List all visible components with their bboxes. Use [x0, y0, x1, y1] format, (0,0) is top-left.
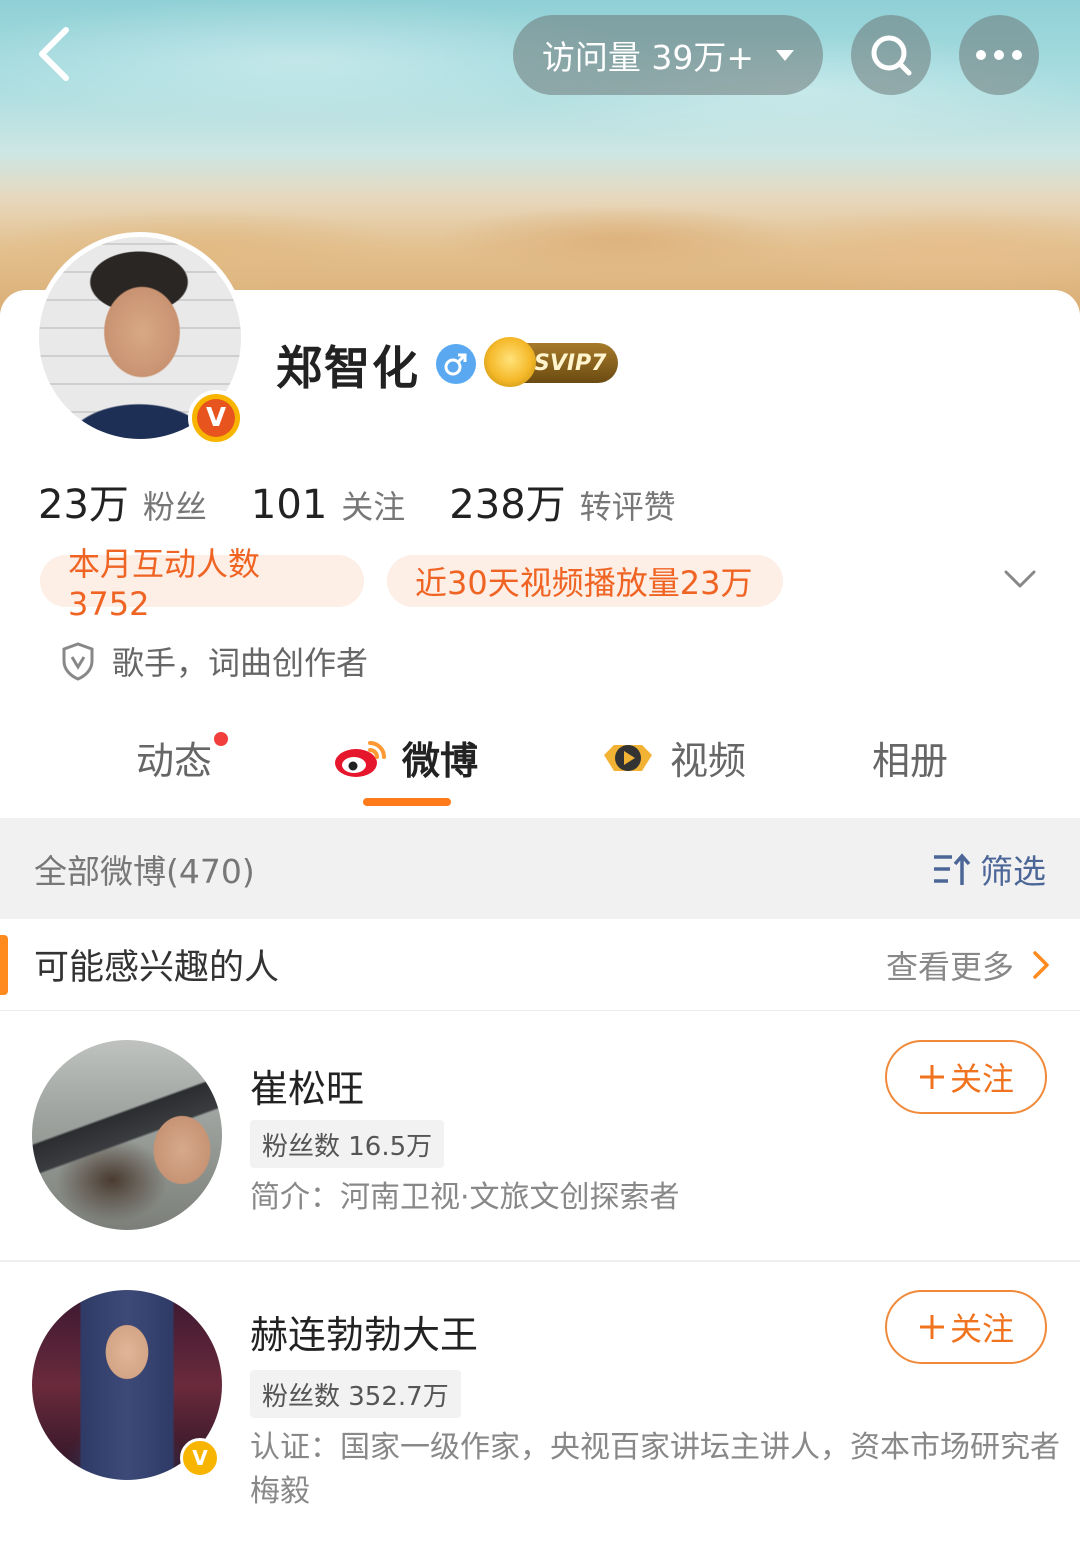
follow-label: 关注	[949, 1310, 1014, 1348]
verified-badge-icon: V	[188, 390, 244, 446]
recommend-header: 可能感兴趣的人 查看更多	[0, 919, 1080, 1011]
fans-count-badge: 粉丝数 16.5万	[250, 1120, 445, 1168]
person-name[interactable]: 赫连勃勃大王	[250, 1304, 478, 1359]
caret-down-icon	[776, 49, 795, 61]
active-tab-indicator	[363, 798, 451, 806]
tab-weibo[interactable]: 微博	[332, 730, 478, 785]
visits-dropdown[interactable]: 访问量 39万+	[513, 15, 823, 95]
tab-label: 视频	[670, 739, 747, 783]
back-button[interactable]	[28, 22, 88, 86]
plus-icon	[919, 1315, 944, 1339]
search-button[interactable]	[851, 15, 931, 95]
follow-button[interactable]: 关注	[885, 1040, 1047, 1114]
visits-label: 访问量 39万+	[541, 38, 755, 77]
person-intro: 简介：河南卫视·文旅文创探索者	[250, 1180, 680, 1215]
stat-label: 转评赞	[579, 488, 676, 526]
verified-badge-icon: V	[180, 1438, 220, 1478]
tab-label: 动态	[136, 739, 213, 783]
search-icon	[871, 35, 912, 76]
follow-label: 关注	[949, 1060, 1014, 1098]
unread-dot-icon	[214, 732, 229, 746]
sort-filter-icon	[934, 852, 971, 885]
profile-name: 郑智化	[276, 341, 420, 395]
list-item[interactable]: V 赫连勃勃大王 粉丝数 352.7万 认证：国家一级作家，央视百家讲坛主讲人，…	[0, 1264, 1080, 1547]
video-play-icon	[604, 744, 652, 771]
more-dots-icon	[976, 50, 1022, 60]
person-name[interactable]: 崔松旺	[250, 1058, 364, 1113]
see-more-link[interactable]: 查看更多	[886, 942, 1050, 988]
list-item[interactable]: 崔松旺 粉丝数 16.5万 简介：河南卫视·文旅文创探索者 关注	[0, 1012, 1080, 1262]
profile-tabs: 动态 微博 视频 相册	[0, 720, 1080, 816]
svip-badge[interactable]: SVIP7	[484, 337, 618, 387]
plus-icon	[919, 1065, 944, 1089]
avatar[interactable]	[32, 1040, 222, 1230]
follow-button[interactable]: 关注	[885, 1290, 1047, 1364]
profile-description: 歌手，词曲创作者	[60, 638, 368, 684]
recommend-title: 可能感兴趣的人	[34, 948, 280, 988]
stat-value: 101	[250, 482, 328, 528]
filter-label: 筛选	[980, 851, 1046, 891]
person-intro: 认证：国家一级作家，央视百家讲坛主讲人，资本市场研究者梅毅	[250, 1430, 1060, 1509]
video-plays-chip[interactable]: 近30天视频播放量23万	[387, 555, 783, 607]
section-accent-bar	[0, 935, 8, 995]
stat-fans[interactable]: 23万 粉丝	[38, 472, 207, 530]
fans-count-badge: 粉丝数 352.7万	[250, 1370, 461, 1418]
stat-label: 关注	[341, 488, 406, 526]
profile-stats: 23万 粉丝 101 关注 238万 转评赞	[38, 472, 720, 530]
tab-label: 微博	[402, 739, 479, 783]
more-button[interactable]	[959, 15, 1039, 95]
stat-value: 23万	[38, 482, 129, 528]
all-weibo-count: 全部微博(470)	[34, 851, 255, 891]
chevron-down-icon[interactable]	[1000, 560, 1040, 600]
shield-v-icon	[62, 642, 94, 681]
filter-button[interactable]: 筛选	[932, 845, 1046, 893]
chevron-right-icon	[1033, 950, 1049, 979]
feed-filter-bar: 全部微博(470) 筛选	[0, 818, 1080, 919]
tab-video[interactable]: 视频	[600, 730, 746, 785]
male-gender-icon	[436, 344, 476, 384]
stat-following[interactable]: 101 关注	[251, 482, 405, 528]
stat-label: 粉丝	[142, 488, 207, 526]
stat-engagement[interactable]: 238万 转评赞	[449, 472, 675, 530]
svip-label: SVIP7	[534, 350, 607, 376]
monthly-interaction-chip[interactable]: 本月互动人数3752	[40, 545, 364, 623]
tab-dongtai[interactable]: 动态	[136, 730, 229, 785]
see-more-label: 查看更多	[885, 947, 1014, 986]
crown-icon	[484, 337, 536, 387]
stat-value: 238万	[449, 482, 566, 528]
back-arrow-icon	[39, 27, 69, 81]
description-text: 歌手，词曲创作者	[112, 644, 369, 682]
tab-album[interactable]: 相册	[872, 730, 948, 785]
tab-label: 相册	[872, 739, 949, 783]
weibo-logo-icon	[335, 740, 386, 777]
